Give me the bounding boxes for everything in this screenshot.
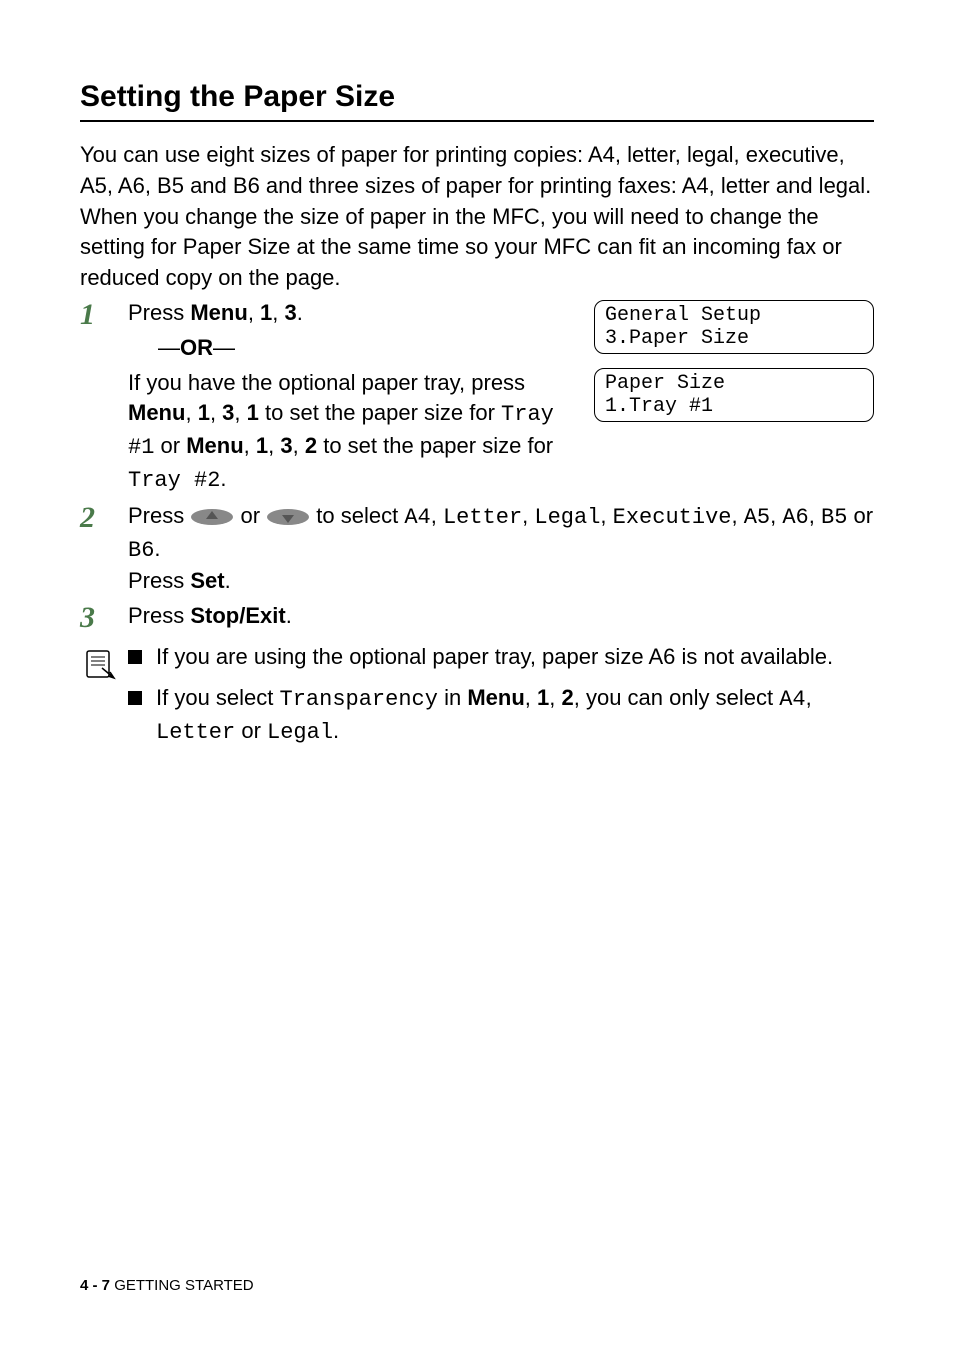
lcd-line: Paper Size (605, 372, 725, 395)
step1-line2: If you have the optional paper tray, pre… (128, 368, 570, 497)
text: . (220, 466, 226, 491)
option-b6: B6 (128, 538, 154, 563)
key-1: 1 (247, 400, 259, 425)
page-number: 4 - 7 (80, 1277, 110, 1294)
text: , (272, 300, 284, 325)
text: or (847, 503, 873, 528)
step2-line1: Press or to select A4, Letter, Legal, Ex… (128, 501, 874, 567)
option-letter: Letter (156, 720, 235, 745)
text: , (806, 685, 812, 710)
lcd-display-1: General Setup 3.Paper Size (594, 300, 874, 354)
footer-label: GETTING STARTED (114, 1277, 253, 1294)
text: to set the paper size for (259, 400, 501, 425)
or-label: OR (180, 335, 213, 360)
text: . (286, 603, 292, 628)
key-1: 1 (537, 685, 549, 710)
note-item-1: If you are using the optional paper tray… (128, 642, 874, 673)
step-3: 3 Press Stop/Exit. (80, 601, 874, 634)
step-number-2: 2 (80, 501, 128, 534)
or-divider: —OR— (158, 333, 570, 364)
key-2: 2 (561, 685, 573, 710)
text: , (185, 400, 197, 425)
text: in (438, 685, 467, 710)
option-legal: Legal (267, 720, 333, 745)
note-item-2: If you select Transparency in Menu, 1, 2… (128, 683, 874, 749)
section-heading: Setting the Paper Size (80, 80, 874, 122)
step2-line2: Press Set. (128, 566, 874, 597)
key-2: 2 (305, 433, 317, 458)
key-3: 3 (222, 400, 234, 425)
key-1: 1 (198, 400, 210, 425)
step-number-1: 1 (80, 298, 128, 331)
text: or (235, 718, 267, 743)
lcd-line: 3.Paper Size (605, 327, 749, 350)
note-list: If you are using the optional paper tray… (128, 642, 874, 758)
key-1: 1 (260, 300, 272, 325)
menu-label: Menu (467, 685, 524, 710)
text: . (154, 536, 160, 561)
key-3: 3 (280, 433, 292, 458)
text: . (225, 568, 231, 593)
text: Press (128, 300, 190, 325)
down-arrow-icon (266, 508, 310, 526)
step-2: 2 Press or to select A4, Letter, Legal, … (80, 501, 874, 597)
option-a6: A6 (782, 505, 808, 530)
bullet-icon (128, 691, 142, 705)
note-icon (84, 648, 116, 682)
text: Press (128, 503, 190, 528)
tray2-label: Tray #2 (128, 468, 220, 493)
text: . (297, 300, 303, 325)
page-footer: 4 - 7 GETTING STARTED (80, 1277, 254, 1294)
text: , (268, 433, 280, 458)
text: to set the paper size for (317, 433, 553, 458)
option-legal: Legal (534, 505, 600, 530)
lcd-line: 1.Tray #1 (605, 395, 713, 418)
text: If you select (156, 685, 280, 710)
option-a4: A4 (404, 505, 430, 530)
note-text: If you select Transparency in Menu, 1, 2… (156, 683, 874, 749)
text: Press (128, 568, 190, 593)
text: , you can only select (574, 685, 779, 710)
note-text: If you are using the optional paper tray… (156, 642, 833, 673)
note-block: If you are using the optional paper tray… (80, 642, 874, 758)
bullet-icon (128, 650, 142, 664)
step3-line: Press Stop/Exit. (128, 601, 874, 632)
text: , (248, 300, 260, 325)
option-a4: A4 (779, 687, 805, 712)
menu-label: Menu (128, 400, 185, 425)
option-b5: B5 (821, 505, 847, 530)
stop-exit-label: Stop/Exit (190, 603, 285, 628)
text: , (210, 400, 222, 425)
option-a5: A5 (744, 505, 770, 530)
dash: — (213, 335, 235, 360)
step-number-3: 3 (80, 601, 128, 634)
key-3: 3 (285, 300, 297, 325)
transparency-label: Transparency (280, 687, 438, 712)
set-label: Set (190, 568, 224, 593)
menu-label: Menu (186, 433, 243, 458)
text: , (549, 685, 561, 710)
text: , (525, 685, 537, 710)
dash: — (158, 335, 180, 360)
up-arrow-icon (190, 508, 234, 526)
text: . (333, 718, 339, 743)
text: , (293, 433, 305, 458)
text: If you have the optional paper tray, pre… (128, 370, 525, 395)
menu-label: Menu (190, 300, 247, 325)
lcd-display-2: Paper Size 1.Tray #1 (594, 368, 874, 422)
text: , (234, 400, 246, 425)
intro-paragraph: You can use eight sizes of paper for pri… (80, 140, 874, 294)
text: or (234, 503, 266, 528)
key-1: 1 (256, 433, 268, 458)
text: or (154, 433, 186, 458)
lcd-line: General Setup (605, 304, 761, 327)
option-executive: Executive (613, 505, 732, 530)
text: , (244, 433, 256, 458)
option-letter: Letter (443, 505, 522, 530)
step-1: 1 Press Menu, 1, 3. —OR— If you have the… (80, 298, 874, 497)
step1-line1: Press Menu, 1, 3. (128, 298, 570, 329)
text: to select (310, 503, 404, 528)
text: Press (128, 603, 190, 628)
